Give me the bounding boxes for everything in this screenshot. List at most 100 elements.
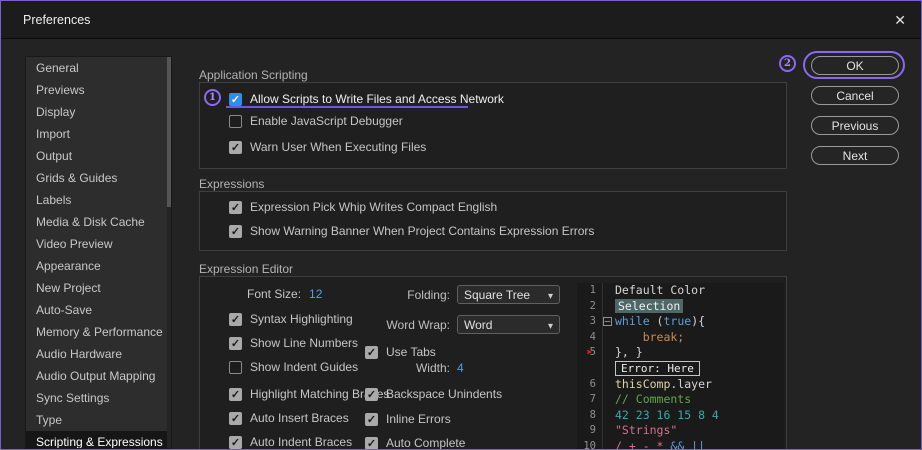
sidebar-item-display[interactable]: Display [26,101,171,123]
line-number: 7 [577,392,602,408]
code-text: break; [615,330,684,344]
warning-banner-checkbox[interactable] [229,225,242,238]
sidebar-item-labels[interactable]: Labels [26,189,171,211]
auto-complete-checkbox[interactable] [365,437,378,450]
show-line-numbers-checkbox[interactable] [229,337,242,350]
sidebar-item-grids-guides[interactable]: Grids & Guides [26,167,171,189]
allow-scripts-row[interactable]: Allow Scripts to Write Files and Access … [229,92,504,106]
sidebar-item-output[interactable]: Output [26,145,171,167]
js-debugger-checkbox[interactable] [229,115,242,128]
js-debugger-row[interactable]: Enable JavaScript Debugger [229,114,403,128]
sidebar-item-new-project[interactable]: New Project [26,277,171,299]
code-line-error: Error: Here [577,361,784,377]
js-debugger-label: Enable JavaScript Debugger [250,114,403,128]
sidebar-item-import[interactable]: Import [26,123,171,145]
code-text: .layer [670,377,712,391]
code-text: }, } [615,345,643,359]
code-text: "Strings" [615,423,677,437]
sidebar-item-audio-output-mapping[interactable]: Audio Output Mapping [26,365,171,387]
sidebar-item-previews[interactable]: Previews [26,79,171,101]
highlight-matching-braces-checkbox[interactable] [229,388,242,401]
code-text: ( [650,314,664,328]
folding-value: Square Tree [464,288,530,302]
code-line: 4 break; [577,330,784,346]
line-number: 8 [577,408,602,424]
syntax-highlighting-row[interactable]: Syntax Highlighting [229,312,353,326]
pick-whip-checkbox[interactable] [229,201,242,214]
word-wrap-dropdown[interactable]: Word [457,315,560,334]
sidebar-item-video-preview[interactable]: Video Preview [26,233,171,255]
sidebar-item-scripting-expressions[interactable]: Scripting & Expressions [26,431,171,449]
backspace-unindents-label: Backspace Unindents [386,387,502,401]
sidebar-scrollbar-thumb[interactable] [167,57,171,207]
dialog-title: Preferences [23,13,90,27]
code-text: && || [670,439,705,450]
show-indent-guides-checkbox[interactable] [229,361,242,374]
inline-errors-label: Inline Errors [386,412,451,426]
sidebar-item-memory-performance[interactable]: Memory & Performance [26,321,171,343]
code-line: 5 }, } [577,345,784,361]
auto-indent-braces-row[interactable]: Auto Indent Braces [229,435,352,449]
auto-indent-braces-checkbox[interactable] [229,436,242,449]
chevron-down-icon [548,318,553,332]
syntax-highlighting-checkbox[interactable] [229,313,242,326]
section-title-expressions: Expressions [199,177,264,191]
expressions-group: Expression Pick Whip Writes Compact Engl… [199,191,787,251]
allow-scripts-checkbox[interactable] [229,93,242,106]
annotation-ok-highlight [803,51,905,79]
auto-complete-label: Auto Complete [386,436,465,450]
backspace-unindents-checkbox[interactable] [365,388,378,401]
error-arrow-icon [586,345,593,361]
section-title-expression-editor: Expression Editor [199,262,293,276]
title-bar: Preferences ✕ [1,1,921,39]
cancel-button[interactable]: Cancel [811,86,899,105]
code-text: Default Color [615,283,705,297]
chevron-down-icon [548,288,553,302]
sidebar-item-type[interactable]: Type [26,409,171,431]
warn-user-checkbox[interactable] [229,141,242,154]
sidebar-item-media-disk-cache[interactable]: Media & Disk Cache [26,211,171,233]
show-line-numbers-row[interactable]: Show Line Numbers [229,336,358,350]
tab-width-value[interactable]: 4 [457,361,464,375]
warn-user-row[interactable]: Warn User When Executing Files [229,140,426,154]
code-text: ){ [691,314,705,328]
warning-banner-row[interactable]: Show Warning Banner When Project Contain… [229,224,594,238]
pick-whip-row[interactable]: Expression Pick Whip Writes Compact Engl… [229,200,497,214]
auto-insert-braces-row[interactable]: Auto Insert Braces [229,411,349,425]
inline-errors-row[interactable]: Inline Errors [365,412,451,426]
show-indent-guides-row[interactable]: Show Indent Guides [229,360,358,374]
folding-label: Folding: [365,288,450,302]
word-wrap-row: Word Wrap: Word [365,315,560,334]
font-size-label: Font Size: [247,287,301,301]
editor-theme-preview: 1 Default Color 2 Selection 3 while (tru… [577,283,784,450]
code-text: // Comments [615,392,691,406]
auto-complete-row[interactable]: Auto Complete [365,436,465,450]
line-number: 1 [577,283,602,299]
next-button[interactable]: Next [811,146,899,165]
folding-dropdown[interactable]: Square Tree [457,285,560,304]
tab-width-row: Width: 4 [365,361,464,375]
sidebar-item-sync-settings[interactable]: Sync Settings [26,387,171,409]
close-icon[interactable]: ✕ [894,13,906,27]
sidebar-scrollbar[interactable] [167,57,171,448]
use-tabs-label: Use Tabs [386,345,436,359]
code-line: 8 42 23 16 15 8 4 [577,408,784,424]
use-tabs-row[interactable]: Use Tabs [365,345,436,359]
line-number: 10 [577,439,602,450]
sidebar-item-audio-hardware[interactable]: Audio Hardware [26,343,171,365]
backspace-unindents-row[interactable]: Backspace Unindents [365,387,502,401]
inline-errors-checkbox[interactable] [365,413,378,426]
font-size-row: Font Size: 12 [247,287,322,301]
previous-button[interactable]: Previous [811,116,899,135]
use-tabs-checkbox[interactable] [365,346,378,359]
auto-insert-braces-checkbox[interactable] [229,412,242,425]
font-size-value[interactable]: 12 [309,287,322,301]
code-line: 3 while (true){ [577,314,784,330]
line-number: 6 [577,377,602,393]
preferences-dialog: Preferences ✕ General Previews Display I… [0,0,922,450]
warning-banner-label: Show Warning Banner When Project Contain… [250,224,594,238]
sidebar-item-auto-save[interactable]: Auto-Save [26,299,171,321]
sidebar-item-appearance[interactable]: Appearance [26,255,171,277]
sidebar-item-general[interactable]: General [26,57,171,79]
fold-marker-icon[interactable] [603,317,612,326]
